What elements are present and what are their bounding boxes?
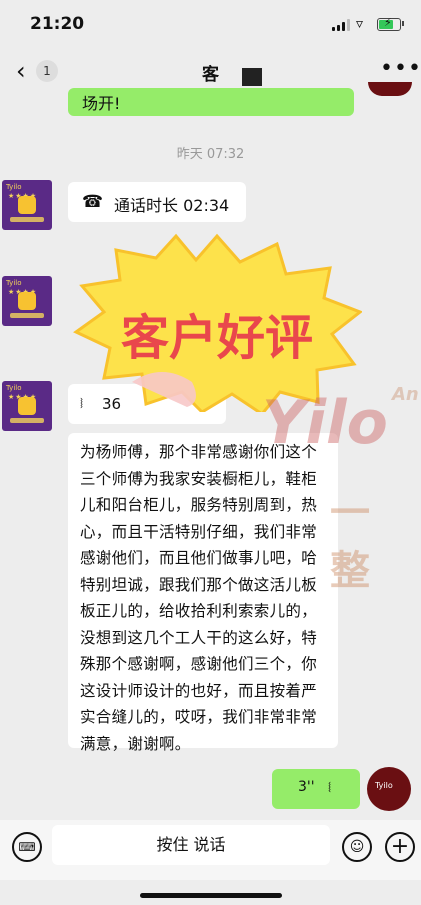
voice-duration: 3'': [298, 779, 315, 795]
thumbs-up-icon: [18, 196, 36, 214]
more-icon[interactable]: •••: [380, 56, 421, 81]
thumbs-up-icon: [18, 397, 36, 415]
call-bubble[interactable]: ☎ 通话时长 02:34: [68, 182, 246, 222]
message-text: 为杨师傅，那个非常感谢你们这个三个师傅为我家安装橱柜儿，鞋柜儿和阳台柜儿，服务特…: [80, 443, 318, 753]
signal-icon: [332, 19, 350, 31]
input-bar: ⌨ 按住 说话 ☺ +: [0, 820, 421, 880]
keyboard-icon[interactable]: ⌨: [12, 832, 42, 862]
watermark-suffix: An: [392, 384, 419, 405]
wifi-icon: ▿: [356, 16, 364, 32]
thumbs-up-icon: [18, 292, 36, 310]
avatar-left[interactable]: Tyilo★★★★: [2, 276, 52, 326]
promo-badge: 客户好评: [72, 232, 362, 412]
clock: 21:20: [30, 14, 85, 34]
long-message-bubble[interactable]: 为杨师傅，那个非常感谢你们这个三个师傅为我家安装橱柜儿，鞋柜儿和阳台柜儿，服务特…: [68, 433, 338, 753]
plus-icon[interactable]: +: [385, 832, 415, 862]
phone-icon: ☎: [82, 192, 104, 212]
watermark-text: 一 整: [330, 490, 370, 594]
status-bar: 21:20 ▿ ⚡: [0, 0, 421, 50]
battery-tip: [402, 21, 404, 26]
voice-wave-icon: ⧙: [328, 778, 332, 796]
voice-message-out[interactable]: 3'' ⧙: [272, 769, 360, 809]
home-indicator: [140, 893, 282, 898]
message-bubble-out[interactable]: 场开!: [68, 88, 354, 116]
avatar-left[interactable]: Tyilo★★★★: [2, 381, 52, 431]
avatar-left[interactable]: Tyilo★★★★: [2, 180, 52, 230]
emoji-icon[interactable]: ☺: [342, 832, 372, 862]
call-duration: 通话时长 02:34: [114, 196, 230, 215]
avatar-right[interactable]: Tyilo: [367, 767, 411, 811]
timestamp: 昨天 07:32: [176, 147, 245, 162]
chat-title: 客: [202, 65, 219, 85]
battery-icon: ⚡: [377, 16, 401, 31]
hold-to-talk-button[interactable]: 按住 说话: [52, 825, 330, 865]
promo-text: 客户好评: [120, 310, 313, 366]
redaction-block: [242, 68, 262, 86]
message-text: 场开!: [82, 94, 121, 113]
watermark-logo: Yilo: [262, 388, 388, 458]
